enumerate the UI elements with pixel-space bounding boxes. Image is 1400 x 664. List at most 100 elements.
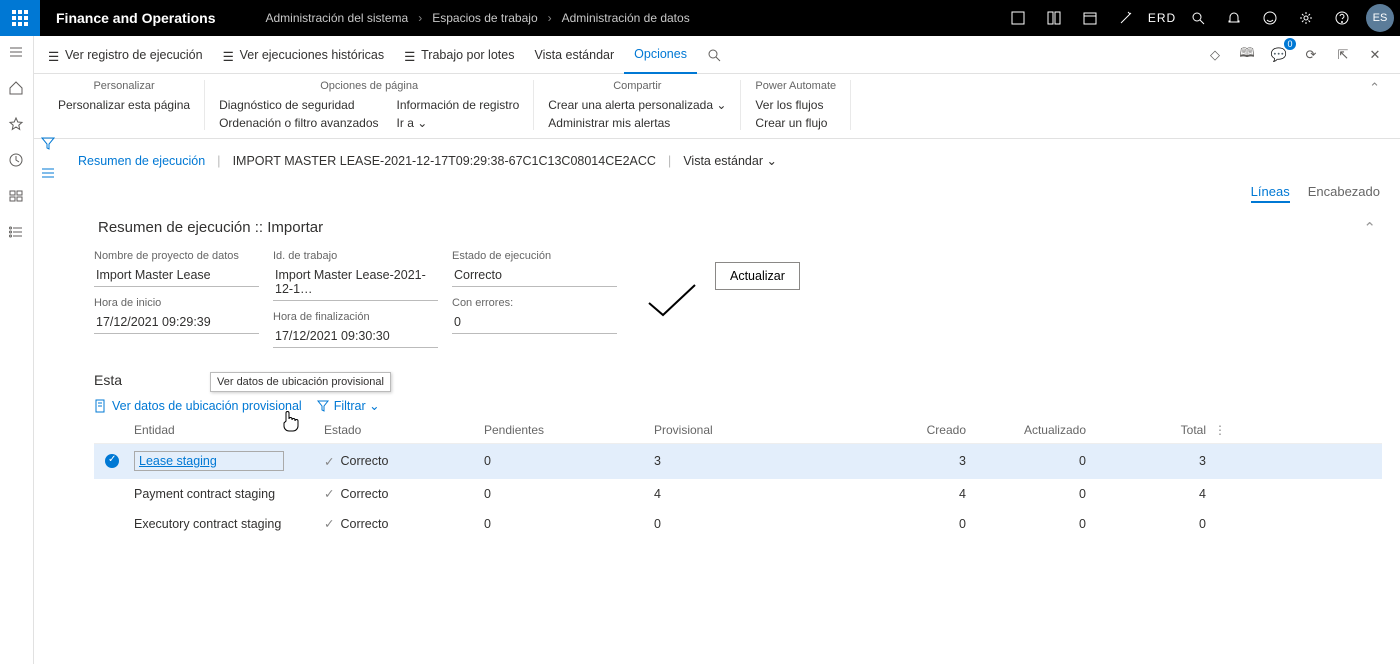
col-updated[interactable]: Actualizado bbox=[970, 421, 1090, 439]
breadcrumb-item[interactable]: Administración de datos bbox=[562, 11, 690, 25]
list-icon: ☰ bbox=[404, 49, 416, 61]
summary-card: Resumen de ejecución :: Importar⌃ Nombre… bbox=[94, 207, 1382, 366]
ribbon-group-power-automate: Power Automate Ver los flujos Crear un f… bbox=[741, 80, 851, 130]
tab-header[interactable]: Encabezado bbox=[1308, 184, 1380, 203]
cmd-standard-view[interactable]: Vista estándar bbox=[524, 36, 624, 74]
opt-create-alert[interactable]: Crear una alerta personalizada ⌄ bbox=[548, 98, 726, 112]
chevron-up-icon[interactable]: ⌃ bbox=[1369, 80, 1380, 95]
breadcrumb: Administración del sistema › Espacios de… bbox=[231, 11, 693, 25]
diamond-icon[interactable]: ◇ bbox=[1202, 42, 1228, 68]
check-icon: ✓ bbox=[324, 486, 334, 501]
check-icon: ✓ bbox=[324, 454, 334, 469]
table-row[interactable]: Lease staging ✓Correcto 0 3 3 0 3 bbox=[94, 444, 1382, 479]
document-icon bbox=[94, 399, 108, 413]
page-title: Resumen de ejecución :: Importar bbox=[98, 219, 323, 236]
filter-icon bbox=[316, 399, 330, 413]
view-staging-button[interactable]: Ver datos de ubicación provisional bbox=[94, 399, 302, 413]
detail-tabs: Líneas Encabezado bbox=[34, 178, 1400, 207]
tab-lines[interactable]: Líneas bbox=[1251, 184, 1290, 203]
filter-button[interactable]: Filtrar ⌄ bbox=[316, 398, 380, 413]
opt-create-flow[interactable]: Crear un flujo bbox=[755, 116, 827, 130]
more-icon[interactable]: ⋮ bbox=[1210, 421, 1234, 439]
tooltip: Ver datos de ubicación provisional bbox=[210, 372, 391, 392]
magic-wand-icon[interactable] bbox=[1108, 0, 1144, 36]
cmd-history[interactable]: ☰Ver ejecuciones históricas bbox=[213, 36, 395, 74]
col-staging[interactable]: Provisional bbox=[650, 421, 850, 439]
job-id-text: IMPORT MASTER LEASE-2021-12-17T09:29:38-… bbox=[233, 154, 656, 168]
cursor-icon bbox=[280, 409, 300, 436]
popout-icon[interactable]: ⇱ bbox=[1330, 42, 1356, 68]
list-icon[interactable] bbox=[8, 224, 26, 242]
opt-go-to[interactable]: Ir a ⌄ bbox=[397, 116, 520, 130]
job-id-value: Import Master Lease-2021-12-1… bbox=[273, 264, 438, 301]
ribbon: Personalizar Personalizar esta página Op… bbox=[34, 74, 1400, 139]
attachment-icon[interactable]: 🕮 bbox=[1234, 42, 1260, 68]
module-icon[interactable] bbox=[8, 188, 26, 206]
topbar: Finance and Operations Administración de… bbox=[0, 0, 1400, 36]
breadcrumb-item[interactable]: Espacios de trabajo bbox=[432, 11, 537, 25]
table-row[interactable]: Executory contract staging ✓Correcto 0 0… bbox=[94, 509, 1382, 539]
calendar-icon[interactable] bbox=[1072, 0, 1108, 36]
opt-view-flows[interactable]: Ver los flujos bbox=[755, 98, 827, 112]
refresh-button[interactable]: Actualizar bbox=[715, 262, 800, 290]
ribbon-group-personalize: Personalizar Personalizar esta página bbox=[44, 80, 205, 130]
notification-icon[interactable]: 0💬 bbox=[1266, 42, 1292, 68]
entity-link[interactable]: Lease staging bbox=[134, 451, 284, 471]
command-bar: ☰Ver registro de ejecución ☰Ver ejecucio… bbox=[34, 36, 1400, 74]
opt-manage-alerts[interactable]: Administrar mis alertas bbox=[548, 116, 726, 130]
opt-personalize-page[interactable]: Personalizar esta página bbox=[58, 98, 190, 112]
col-created[interactable]: Creado bbox=[850, 421, 970, 439]
check-icon: ✓ bbox=[324, 516, 334, 531]
home-icon[interactable] bbox=[8, 80, 26, 98]
left-rail bbox=[0, 36, 34, 664]
clock-icon[interactable] bbox=[8, 152, 26, 170]
exec-summary-link[interactable]: Resumen de ejecución bbox=[78, 154, 205, 168]
table-row[interactable]: Payment contract staging ✓Correcto 0 4 4… bbox=[94, 479, 1382, 509]
gear-icon[interactable] bbox=[1288, 0, 1324, 36]
app-launcher[interactable] bbox=[0, 0, 40, 36]
breadcrumb-item[interactable]: Administración del sistema bbox=[265, 11, 408, 25]
end-time-value: 17/12/2021 09:30:30 bbox=[273, 325, 438, 348]
hamburger-icon[interactable] bbox=[8, 44, 26, 62]
smiley-icon[interactable] bbox=[1252, 0, 1288, 36]
refresh-icon[interactable]: ⟳ bbox=[1298, 42, 1324, 68]
erd-button[interactable]: ERD bbox=[1144, 0, 1180, 36]
view-selector[interactable]: Vista estándar ⌄ bbox=[683, 153, 777, 168]
ribbon-group-page-options: Opciones de página Diagnóstico de seguri… bbox=[205, 80, 534, 130]
row-radio[interactable] bbox=[105, 454, 119, 468]
bell-icon[interactable] bbox=[1216, 0, 1252, 36]
search-icon bbox=[707, 48, 721, 62]
close-icon[interactable]: ✕ bbox=[1362, 42, 1388, 68]
panels-icon[interactable] bbox=[1036, 0, 1072, 36]
content-header: Resumen de ejecución | IMPORT MASTER LEA… bbox=[34, 139, 1400, 178]
help-icon[interactable] bbox=[1324, 0, 1360, 36]
avatar[interactable]: ES bbox=[1366, 4, 1394, 32]
lines-icon[interactable] bbox=[40, 165, 58, 183]
cmd-execution-log[interactable]: ☰Ver registro de ejecución bbox=[38, 36, 213, 74]
col-pending[interactable]: Pendientes bbox=[480, 421, 650, 439]
opt-advanced-sort[interactable]: Ordenación o filtro avanzados bbox=[219, 116, 378, 130]
topbar-right: ERD ES bbox=[1000, 0, 1400, 36]
window-icon[interactable] bbox=[1000, 0, 1036, 36]
col-total[interactable]: Total bbox=[1090, 421, 1210, 439]
errors-value: 0 bbox=[452, 311, 617, 334]
checkmark-icon bbox=[641, 279, 701, 319]
search-icon[interactable] bbox=[1180, 0, 1216, 36]
app-title: Finance and Operations bbox=[40, 10, 231, 26]
cmd-search[interactable] bbox=[697, 36, 731, 74]
main: ☰Ver registro de ejecución ☰Ver ejecucio… bbox=[34, 36, 1400, 664]
col-state[interactable]: Estado bbox=[320, 421, 480, 439]
list-icon: ☰ bbox=[48, 49, 60, 61]
cmd-batch[interactable]: ☰Trabajo por lotes bbox=[394, 36, 524, 74]
list-icon: ☰ bbox=[223, 49, 235, 61]
opt-record-info[interactable]: Información de registro bbox=[397, 98, 520, 112]
cmd-options[interactable]: Opciones bbox=[624, 36, 697, 74]
opt-security-diag[interactable]: Diagnóstico de seguridad bbox=[219, 98, 378, 112]
ribbon-group-share: Compartir Crear una alerta personalizada… bbox=[534, 80, 741, 130]
filter-icon[interactable] bbox=[40, 135, 58, 153]
project-name-value: Import Master Lease bbox=[94, 264, 259, 287]
chevron-up-icon[interactable]: ⌃ bbox=[1363, 219, 1376, 237]
chevron-right-icon: › bbox=[548, 11, 552, 25]
star-icon[interactable] bbox=[8, 116, 26, 134]
start-time-value: 17/12/2021 09:29:39 bbox=[94, 311, 259, 334]
